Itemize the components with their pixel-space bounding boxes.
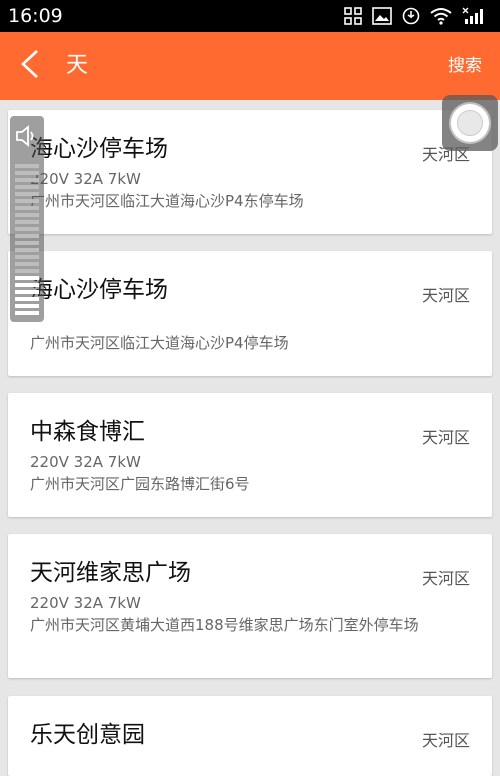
station-spec: 220V 32A 7kW <box>30 170 141 188</box>
station-name: 乐天创意园 <box>30 722 145 748</box>
volume-bar <box>15 213 39 217</box>
wifi-icon <box>430 7 452 25</box>
station-spec: 220V 32A 7kW <box>30 594 141 612</box>
volume-bar <box>15 171 39 175</box>
result-card[interactable]: 乐天创意园 天河区 <box>8 696 492 776</box>
volume-bar <box>15 199 39 203</box>
station-name: 海心沙停车场 <box>30 277 168 303</box>
volume-bar <box>15 206 39 210</box>
search-button[interactable]: 搜索 <box>448 54 482 78</box>
result-card[interactable]: 海心沙停车场 天河区 广州市天河区临江大道海心沙P4停车场 <box>8 251 492 376</box>
speaker-icon <box>15 124 39 152</box>
volume-bar <box>15 234 39 238</box>
volume-bar <box>15 276 39 280</box>
search-header: 天 搜索 <box>0 32 500 100</box>
status-icons <box>344 6 488 26</box>
volume-bar <box>15 304 39 308</box>
volume-bar <box>15 290 39 294</box>
volume-bar <box>15 178 39 182</box>
result-card[interactable]: 天河维家思广场 天河区 220V 32A 7kW 广州市天河区黄埔大道西188号… <box>8 534 492 678</box>
volume-bar <box>15 164 39 168</box>
station-name: 海心沙停车场 <box>30 136 168 162</box>
volume-bar <box>15 248 39 252</box>
volume-bar <box>15 185 39 189</box>
image-icon <box>372 7 392 25</box>
volume-bar <box>15 255 39 259</box>
volume-level-bars[interactable] <box>15 164 39 318</box>
assistive-touch-core <box>457 110 483 136</box>
station-address: 广州市天河区黄埔大道西188号维家思广场东门室外停车场 <box>30 616 419 634</box>
volume-bar <box>15 220 39 224</box>
sync-icon <box>402 7 420 25</box>
volume-bar <box>15 192 39 196</box>
station-district: 天河区 <box>421 286 470 305</box>
result-card[interactable]: 中森食博汇 天河区 220V 32A 7kW 广州市天河区广园东路博汇街6号 <box>8 393 492 517</box>
result-card[interactable]: 海心沙停车场 天河区 220V 32A 7kW 广州市天河区临江大道海心沙P4东… <box>8 110 492 234</box>
status-time: 16:09 <box>8 5 63 27</box>
station-name: 天河维家思广场 <box>30 560 191 586</box>
chevron-left-icon <box>19 49 41 83</box>
back-button[interactable] <box>10 46 50 86</box>
volume-bar <box>15 227 39 231</box>
volume-bar <box>15 311 39 315</box>
volume-overlay[interactable] <box>10 116 44 322</box>
grid-icon <box>344 7 362 25</box>
station-district: 天河区 <box>421 428 470 447</box>
station-district: 天河区 <box>421 731 470 750</box>
station-district: 天河区 <box>421 569 470 588</box>
signal-icon <box>462 7 488 25</box>
volume-bar <box>15 269 39 273</box>
station-spec: 220V 32A 7kW <box>30 453 141 471</box>
search-query[interactable]: 天 <box>66 52 88 80</box>
volume-bar <box>15 262 39 266</box>
station-address: 广州市天河区广园东路博汇街6号 <box>30 475 250 493</box>
assistive-touch-button[interactable] <box>442 95 498 151</box>
station-address: 广州市天河区临江大道海心沙P4东停车场 <box>30 192 304 210</box>
station-name: 中森食博汇 <box>30 419 145 445</box>
station-address: 广州市天河区临江大道海心沙P4停车场 <box>30 334 289 352</box>
status-bar: 16:09 <box>0 0 500 32</box>
volume-bar <box>15 297 39 301</box>
volume-bar <box>15 283 39 287</box>
volume-bar <box>15 241 39 245</box>
